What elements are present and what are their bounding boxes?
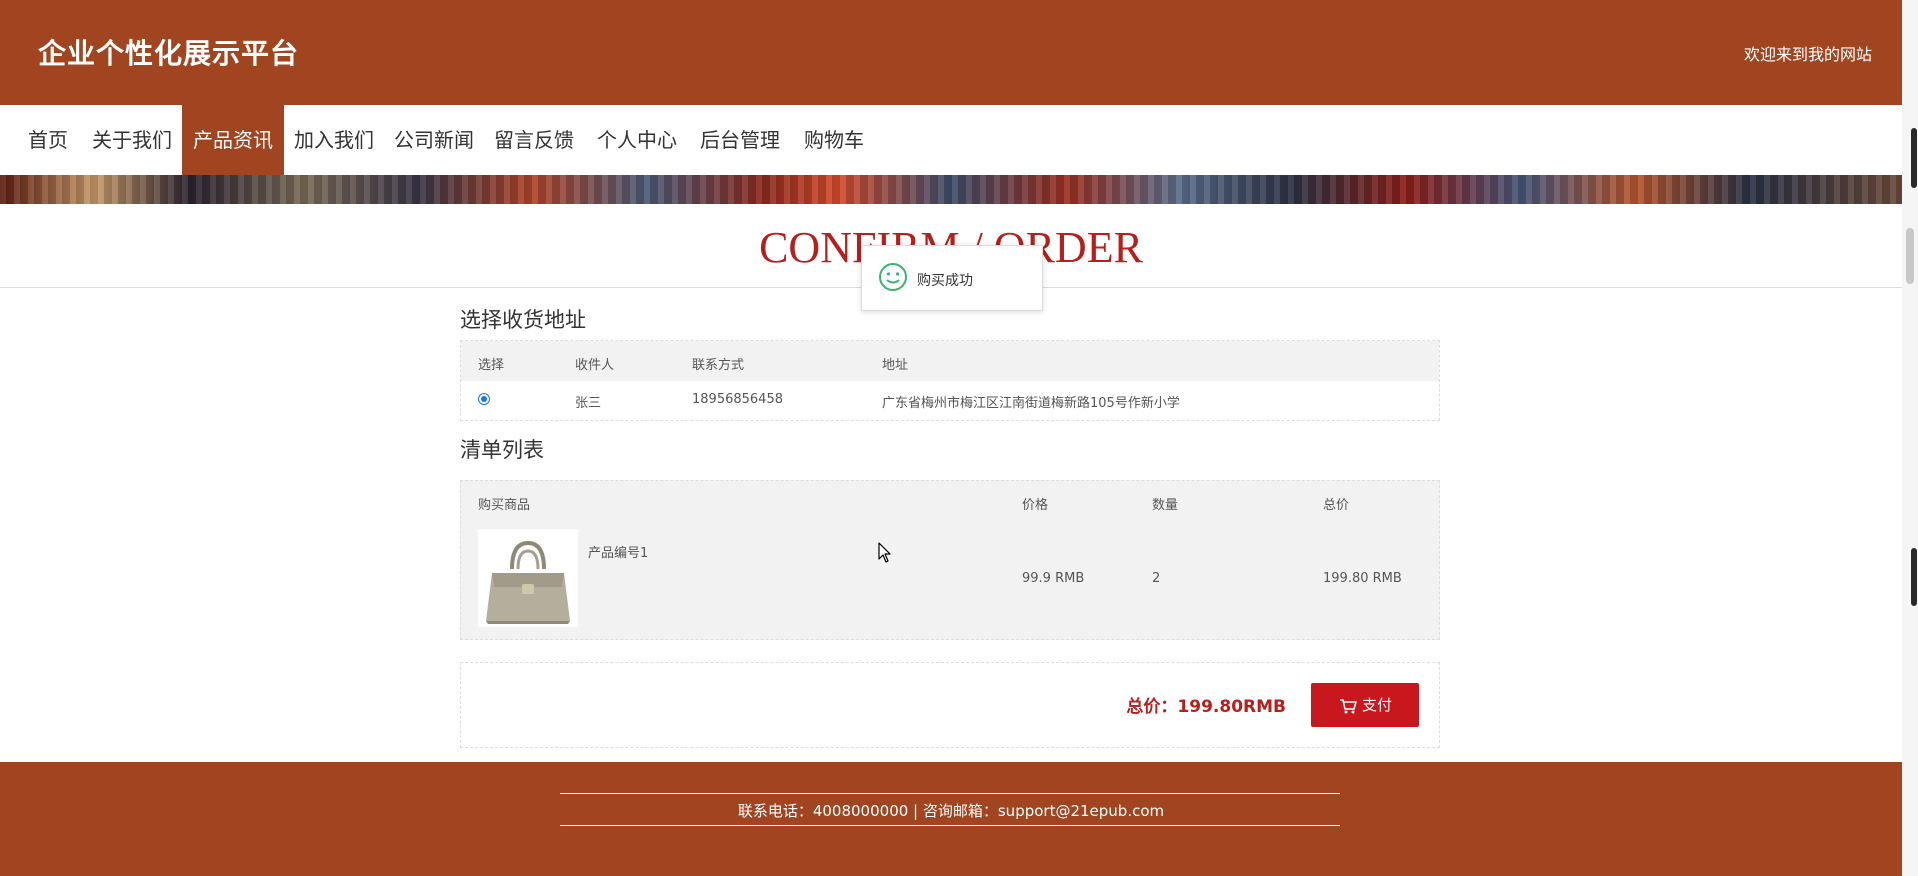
nav-item-news[interactable]: 公司新闻 [390, 105, 478, 175]
scroll-marker [1911, 548, 1917, 606]
address-table: 选择 收件人 联系方式 地址 张三 18956856458 广东省梅州市梅江区江… [460, 340, 1440, 421]
success-toast: 购买成功 [861, 245, 1043, 311]
nav-item-home[interactable]: 首页 [22, 105, 74, 175]
column-header-select: 选择 [478, 358, 505, 373]
list-section-title: 清单列表 [460, 438, 544, 462]
footer-divider-bottom [560, 825, 1340, 826]
column-header-recipient: 收件人 [575, 358, 615, 373]
column-header-product: 购买商品 [478, 498, 531, 513]
nav-item-cart[interactable]: 购物车 [800, 105, 868, 175]
product-price: 99.9 RMB [1022, 571, 1085, 586]
page: 企业个性化展示平台 欢迎来到我的网站 首页 关于我们 产品资讯 加入我们 公司新… [0, 0, 1902, 876]
column-header-price: 价格 [1022, 498, 1049, 513]
handbag-image [478, 529, 578, 627]
recipient-name: 张三 [575, 396, 602, 411]
footer-divider-top [560, 793, 1340, 794]
vertical-scrollbar[interactable] [1902, 0, 1918, 876]
nav-item-join[interactable]: 加入我们 [290, 105, 378, 175]
nav-item-feedback[interactable]: 留言反馈 [490, 105, 578, 175]
nav-item-admin[interactable]: 后台管理 [696, 105, 784, 175]
address-table-header: 选择 收件人 联系方式 地址 [461, 341, 1439, 381]
banner-image [0, 175, 1902, 204]
product-subtotal: 199.80 RMB [1323, 571, 1402, 586]
pay-button-label: 支付 [1361, 696, 1392, 714]
nav-item-about[interactable]: 关于我们 [88, 105, 176, 175]
address-section-title: 选择收货地址 [460, 308, 586, 332]
footer-contact: 联系电话：4008000000 | 咨询邮箱：support@21epub.co… [737, 802, 1165, 820]
toast-message: 购买成功 [917, 273, 973, 289]
pay-button[interactable]: 支付 [1311, 683, 1419, 727]
checkout-panel: 总价：199.80RMB 支付 [460, 662, 1440, 748]
column-header-phone: 联系方式 [692, 358, 745, 373]
recipient-phone: 18956856458 [692, 392, 783, 407]
scroll-marker [1911, 128, 1917, 188]
column-header-quantity: 数量 [1152, 498, 1179, 513]
recipient-address: 广东省梅州市梅江区江南街道梅新路105号作新小学 [882, 396, 1180, 411]
total-price: 总价：199.80RMB [1126, 697, 1286, 717]
nav-item-profile[interactable]: 个人中心 [593, 105, 681, 175]
column-header-total: 总价 [1323, 498, 1350, 513]
product-name[interactable]: 产品编号1 [588, 542, 648, 561]
mouse-cursor-icon [878, 542, 891, 563]
column-header-address: 地址 [882, 358, 909, 373]
address-radio[interactable] [478, 393, 490, 405]
product-quantity: 2 [1152, 571, 1161, 586]
main-nav: 首页 关于我们 产品资讯 加入我们 公司新闻 留言反馈 个人中心 后台管理 购物… [0, 105, 1902, 175]
product-image[interactable] [478, 529, 578, 627]
nav-item-products[interactable]: 产品资讯 [182, 105, 284, 175]
top-header: 企业个性化展示平台 欢迎来到我的网站 [0, 0, 1902, 105]
order-list: 购买商品 价格 数量 总价 产品编号1 99.9 RMB 2 199.80 RM… [460, 480, 1440, 640]
footer: 联系电话：4008000000 | 咨询邮箱：support@21epub.co… [0, 762, 1902, 876]
smile-icon [879, 263, 907, 291]
welcome-text: 欢迎来到我的网站 [1743, 45, 1872, 64]
site-title[interactable]: 企业个性化展示平台 [38, 32, 299, 72]
scrollbar-thumb[interactable] [1906, 228, 1914, 284]
cart-icon [1339, 698, 1357, 713]
